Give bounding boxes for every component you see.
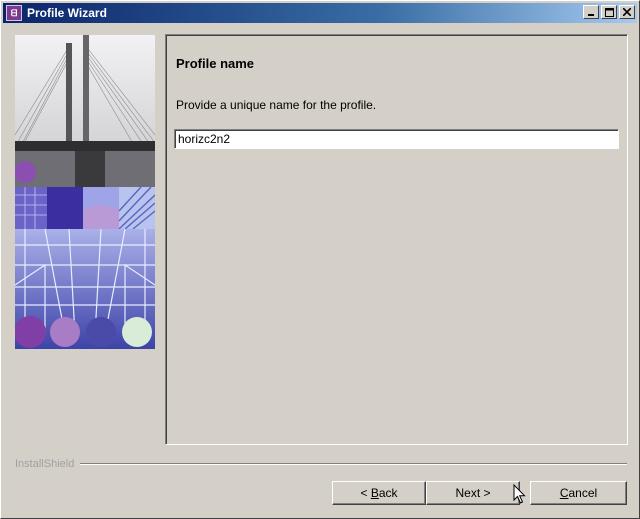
maximize-button[interactable]	[601, 5, 617, 19]
window-controls	[581, 5, 635, 19]
minimize-icon	[588, 14, 594, 16]
cancel-button-mnemonic: C	[559, 486, 569, 500]
next-button[interactable]: Next >	[426, 481, 520, 505]
cancel-button-rest: ancel	[568, 486, 598, 500]
mouse-pointer-icon	[513, 484, 526, 504]
app-icon: ᗺ	[6, 5, 22, 21]
footer-divider	[80, 463, 627, 465]
profile-wizard-window: ᗺ Profile Wizard Profile name Provide a …	[0, 0, 640, 519]
back-button-mnemonic: B	[370, 486, 379, 500]
maximize-icon	[604, 7, 614, 17]
page-heading: Profile name	[176, 56, 255, 71]
close-button[interactable]	[619, 5, 635, 19]
back-button[interactable]: < Back	[332, 481, 426, 505]
installshield-branding: InstallShield	[15, 457, 627, 471]
next-button-label: Next >	[455, 486, 491, 500]
profile-name-input[interactable]	[174, 129, 619, 149]
back-button-prefix: <	[360, 486, 368, 500]
wizard-content-panel: Profile name Provide a unique name for t…	[165, 34, 628, 445]
window-title: Profile Wizard	[27, 6, 107, 20]
back-button-rest: ack	[378, 486, 398, 500]
wizard-banner-image	[15, 35, 155, 349]
close-icon	[623, 8, 631, 16]
page-description: Provide a unique name for the profile.	[176, 98, 377, 112]
title-bar[interactable]: ᗺ Profile Wizard	[3, 3, 637, 23]
brand-label: InstallShield	[15, 458, 75, 470]
minimize-button[interactable]	[583, 5, 599, 19]
cancel-button[interactable]: Cancel	[530, 481, 627, 505]
